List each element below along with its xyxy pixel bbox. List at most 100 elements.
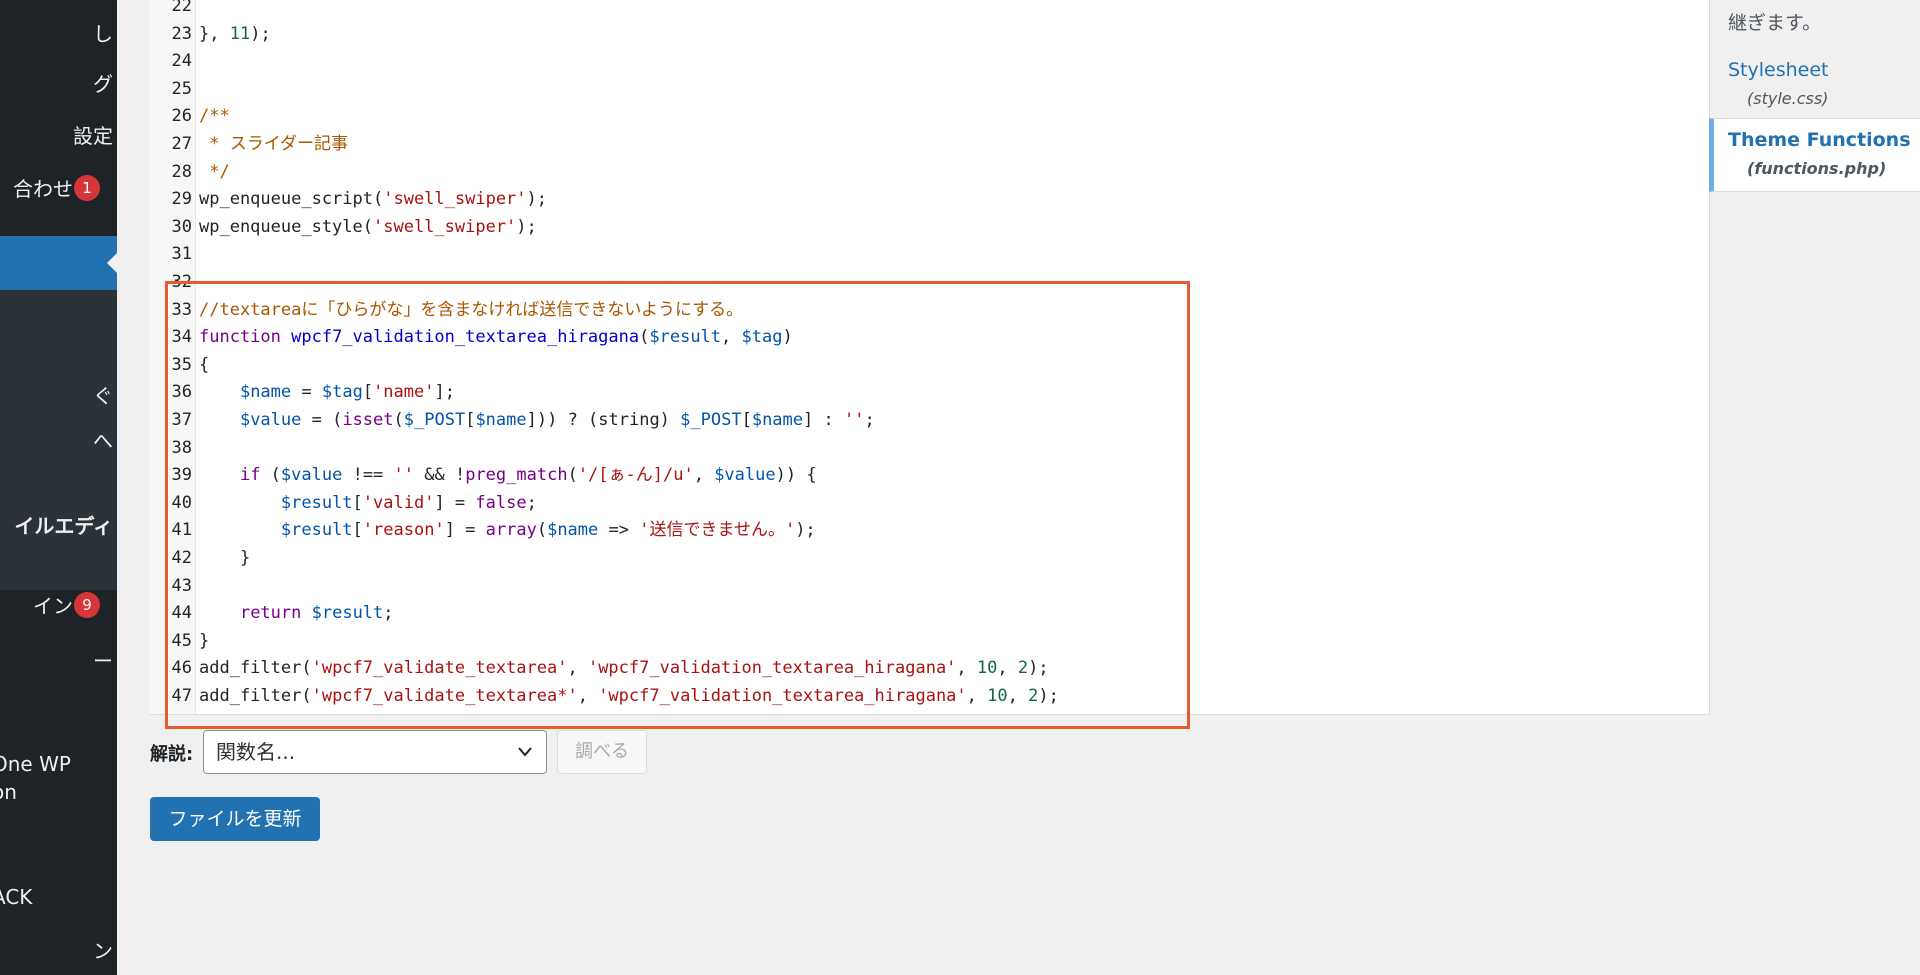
line-number: 25 [171,78,192,99]
code-token: ; [864,410,875,430]
code-line[interactable]: 32 [150,269,199,296]
code-token: ); [526,189,548,210]
file-name-stylesheet: (style.css) [1747,89,1829,108]
code-token: [ [741,410,752,430]
file-name-functions: (functions.php) [1747,159,1887,178]
code-token: $result [311,603,384,624]
code-token: { [199,354,210,375]
line-number: 33 [171,299,192,320]
sidebar-active-item[interactable] [0,236,117,290]
code-line[interactable]: 38 [150,435,199,462]
sidebar-item[interactable]: ン [93,935,113,964]
sidebar-item-label: on [0,780,17,804]
line-number: 28 [171,161,192,182]
code-line[interactable]: 47 add_filter('wpcf7_validate_textarea*',… [150,683,1059,710]
code-token: preg_match [465,465,568,486]
sidebar-item[interactable]: 合わせ [13,173,73,202]
sidebar-item-label: グ [93,72,113,96]
code-line[interactable]: 45} [150,628,210,655]
line-number: 43 [171,575,192,596]
code-line[interactable]: 26 /** [150,103,230,130]
code-token: ] = [444,520,486,541]
code-line[interactable]: 42 } [150,545,251,572]
sidebar-item[interactable]: ACK [0,885,32,909]
code-token: '' [843,410,865,430]
code-token: , [1007,686,1029,706]
code-token: $value [714,465,776,486]
code-token: wp_enqueue_script( [199,189,384,210]
code-line[interactable]: 39 if ($value !== '' && !preg_match('/[ぁ… [150,462,817,489]
code-token: '' [393,465,415,486]
sidebar-item[interactable]: 設定 [73,120,113,149]
sidebar-item[interactable]: イルエディ [14,510,113,539]
line-number: 34 [171,327,192,348]
line-number: 23 [171,23,192,44]
sidebar-item[interactable]: グ [93,68,113,97]
function-select-value: 関数名... [216,740,296,764]
code-line[interactable]: 41 $result['reason'] = array($name => '送… [150,517,816,544]
sidebar-item[interactable]: ぐ [93,380,113,409]
code-line[interactable]: 25 [150,76,199,103]
code-token: return [239,603,302,624]
line-number: 37 [171,410,192,430]
code-token: $result [280,520,353,541]
line-number: 38 [171,437,192,458]
code-line[interactable]: 44 return $result; [150,600,394,627]
sidebar-item-label: イン [33,594,73,618]
code-line[interactable]: 40 $result['valid'] = false; [150,490,537,517]
code-token: [ [352,492,363,513]
line-number: 32 [171,272,192,292]
file-link-theme-functions[interactable]: Theme Functions [1728,129,1911,151]
code-token: 10 [976,658,998,679]
code-line[interactable]: 29 wp_enqueue_script('swell_swiper'); [150,186,548,213]
update-file-button[interactable]: ファイルを更新 [150,797,320,841]
code-token: 2 [1017,658,1029,679]
code-token: !== [342,465,394,486]
code-line[interactable]: 24 [150,48,199,75]
sidebar-item[interactable]: イン [33,590,73,619]
sidebar-item[interactable]: へ [93,425,113,454]
code-line[interactable]: 36 $name = $tag['name']; [150,379,455,406]
code-token: isset [342,410,394,430]
code-token: ); [795,520,816,541]
code-token: 'reason' [362,520,445,541]
sidebar-item-label: 設定 [73,124,113,148]
code-line[interactable]: 30 wp_enqueue_style('swell_swiper'); [150,214,537,241]
lookup-button[interactable]: 調べる [557,730,647,774]
function-name-select[interactable]: 関数名... [203,730,547,774]
sidebar-item[interactable]: ー [93,645,113,674]
code-token: ) [782,327,793,348]
code-line[interactable]: 23}, 11); [150,21,271,48]
sidebar-item[interactable]: on [0,780,17,804]
code-line[interactable]: 46 add_filter('wpcf7_validate_textarea', … [150,655,1049,682]
line-number: 22 [171,0,192,16]
code-token: 'valid' [362,492,435,513]
code-line[interactable]: 28 */ [150,159,230,186]
sidebar-item-label: One WP [0,752,71,776]
line-number: 26 [171,106,192,127]
code-token: => [598,520,640,541]
sidebar-item[interactable]: One WP [0,752,71,776]
line-number: 46 [171,658,192,679]
code-line[interactable]: 27 * スライダー記事 [150,131,349,158]
code-token: ); [1038,686,1059,706]
code-token: $tag [321,382,363,403]
code-token: '送信できません。' [639,520,796,541]
code-line[interactable]: 37 $value = (isset($_POST[$name])) ? (st… [150,407,875,434]
code-line[interactable]: 35 { [150,352,210,379]
code-line[interactable]: 31 [150,241,199,268]
sidebar-item-label: イルエディ [14,514,113,538]
code-token: 11 [229,23,251,44]
code-line[interactable]: 43 [150,573,199,600]
code-line[interactable]: 34 function wpcf7_validation_textarea_hir… [150,324,793,351]
sidebar-item[interactable]: し [93,18,113,47]
code-token: function [199,327,292,348]
code-line[interactable]: 22 [150,0,199,20]
line-number: 41 [171,520,192,541]
code-line[interactable]: 33 //textareaに「ひらがな」を含まなければ送信できないようにする。 [150,297,744,324]
code-token: ; [383,603,394,624]
code-token: $_POST [403,410,466,430]
file-link-stylesheet[interactable]: Stylesheet [1728,59,1829,81]
